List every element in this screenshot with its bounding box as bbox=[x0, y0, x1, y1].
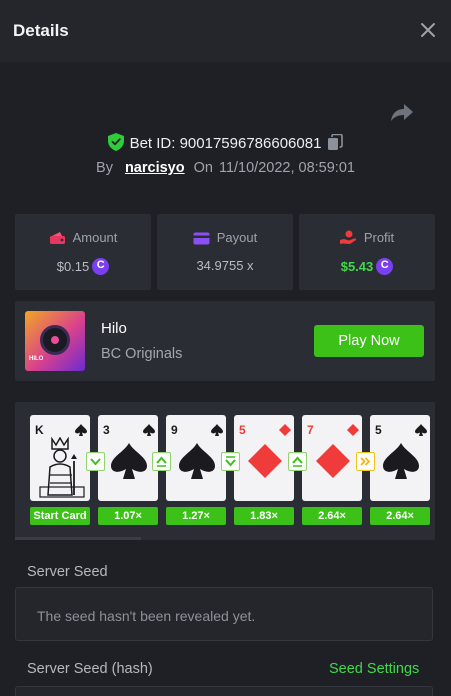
bet-id-value: 90017596786606081 bbox=[179, 135, 322, 152]
game-card: HILO Hilo BC Originals Play Now bbox=[15, 301, 435, 381]
share-icon[interactable] bbox=[390, 102, 414, 122]
king-figure-icon bbox=[39, 437, 85, 498]
card-3-spade: 3 bbox=[98, 415, 158, 501]
game-thumbnail[interactable]: HILO bbox=[25, 311, 85, 371]
card-9-spade: 9 bbox=[166, 415, 226, 501]
multiplier-badge: 2.64× bbox=[370, 507, 430, 525]
skip-arrow-icon bbox=[356, 452, 375, 471]
seed-settings-link[interactable]: Seed Settings bbox=[329, 661, 419, 677]
card-rank: 9 bbox=[171, 423, 178, 437]
card-7-diamond: 7 bbox=[302, 415, 362, 501]
copy-icon[interactable] bbox=[327, 134, 344, 151]
game-provider: BC Originals bbox=[101, 346, 183, 362]
diamond-icon bbox=[248, 444, 282, 478]
card-king-spade: K bbox=[30, 415, 90, 501]
wallet-icon bbox=[49, 232, 65, 244]
start-card-label: Start Card bbox=[30, 507, 90, 525]
card-icon bbox=[193, 232, 210, 245]
multiplier-badge: 1.83× bbox=[234, 507, 294, 525]
hand-coin-icon bbox=[339, 230, 356, 244]
profit-label: Profit bbox=[363, 230, 395, 245]
server-seed-label: Server Seed bbox=[27, 564, 108, 580]
spade-icon bbox=[211, 424, 223, 436]
server-seed-hash-field bbox=[15, 686, 433, 696]
card-rank: 5 bbox=[239, 423, 246, 437]
higher-arrow-icon bbox=[152, 452, 171, 471]
card-5-diamond: 5 bbox=[234, 415, 294, 501]
card-rank: 7 bbox=[307, 423, 314, 437]
spade-icon bbox=[383, 443, 419, 479]
card-rank: 3 bbox=[103, 423, 110, 437]
modal-title: Details bbox=[13, 21, 69, 40]
server-seed-field: The seed hasn't been revealed yet. bbox=[15, 587, 433, 641]
lower-arrow-icon bbox=[221, 452, 240, 471]
play-now-button[interactable]: Play Now bbox=[314, 325, 424, 357]
stats-row: Amount $0.15 Payout 34.9755 x Profit $5.… bbox=[15, 214, 435, 290]
spade-icon bbox=[75, 424, 87, 436]
game-thumb-tag: HILO bbox=[29, 356, 44, 362]
spade-icon bbox=[179, 443, 215, 479]
shield-check-icon bbox=[107, 133, 124, 151]
payout-value: 34.9755 x bbox=[196, 258, 254, 273]
multiplier-badge: 1.07× bbox=[98, 507, 158, 525]
multiplier-badge: 2.64× bbox=[302, 507, 362, 525]
game-name: Hilo bbox=[101, 320, 127, 337]
server-seed-hash-label: Server Seed (hash) bbox=[27, 661, 153, 677]
diamond-icon bbox=[347, 424, 359, 436]
amount-label: Amount bbox=[72, 230, 118, 245]
spade-icon bbox=[143, 424, 155, 436]
amount-value: $0.15 bbox=[56, 259, 90, 274]
card-rank: K bbox=[35, 423, 44, 437]
stat-amount: Amount $0.15 bbox=[15, 214, 151, 290]
bet-meta-line: By narcisyo On 11/10/2022, 08:59:01 bbox=[0, 160, 451, 180]
coin-icon bbox=[92, 258, 110, 275]
bet-datetime: 11/10/2022, 08:59:01 bbox=[218, 160, 355, 176]
diamond-icon bbox=[316, 444, 350, 478]
stat-profit: Profit $5.43 bbox=[299, 214, 435, 290]
by-label: By bbox=[96, 160, 113, 176]
multiplier-badge: 1.27× bbox=[166, 507, 226, 525]
username-link[interactable]: narcisyo bbox=[125, 160, 185, 176]
game-logo-disc bbox=[40, 325, 70, 355]
close-icon[interactable] bbox=[419, 21, 437, 39]
higher-arrow-icon bbox=[288, 452, 307, 471]
bet-id-line: Bet ID: 90017596786606081 bbox=[0, 133, 451, 155]
diamond-icon bbox=[279, 424, 291, 436]
card-5-spade: 5 bbox=[370, 415, 430, 501]
payout-label: Payout bbox=[216, 230, 258, 245]
modal-header: Details bbox=[0, 0, 451, 62]
cards-strip: K Start Card 3 1.07× 9 1.27× 5 1.83× 7 2… bbox=[15, 402, 435, 540]
spade-icon bbox=[111, 443, 147, 479]
coin-icon bbox=[376, 258, 394, 275]
profit-value: $5.43 bbox=[340, 259, 374, 274]
stat-payout: Payout 34.9755 x bbox=[157, 214, 293, 290]
lower-arrow-icon bbox=[86, 452, 105, 471]
server-seed-placeholder: The seed hasn't been revealed yet. bbox=[37, 608, 256, 624]
card-rank: 5 bbox=[375, 423, 382, 437]
spade-icon bbox=[415, 424, 427, 436]
cards-scrollbar[interactable] bbox=[15, 537, 141, 540]
bet-id-label: Bet ID: bbox=[129, 135, 176, 152]
on-label: On bbox=[193, 160, 213, 176]
